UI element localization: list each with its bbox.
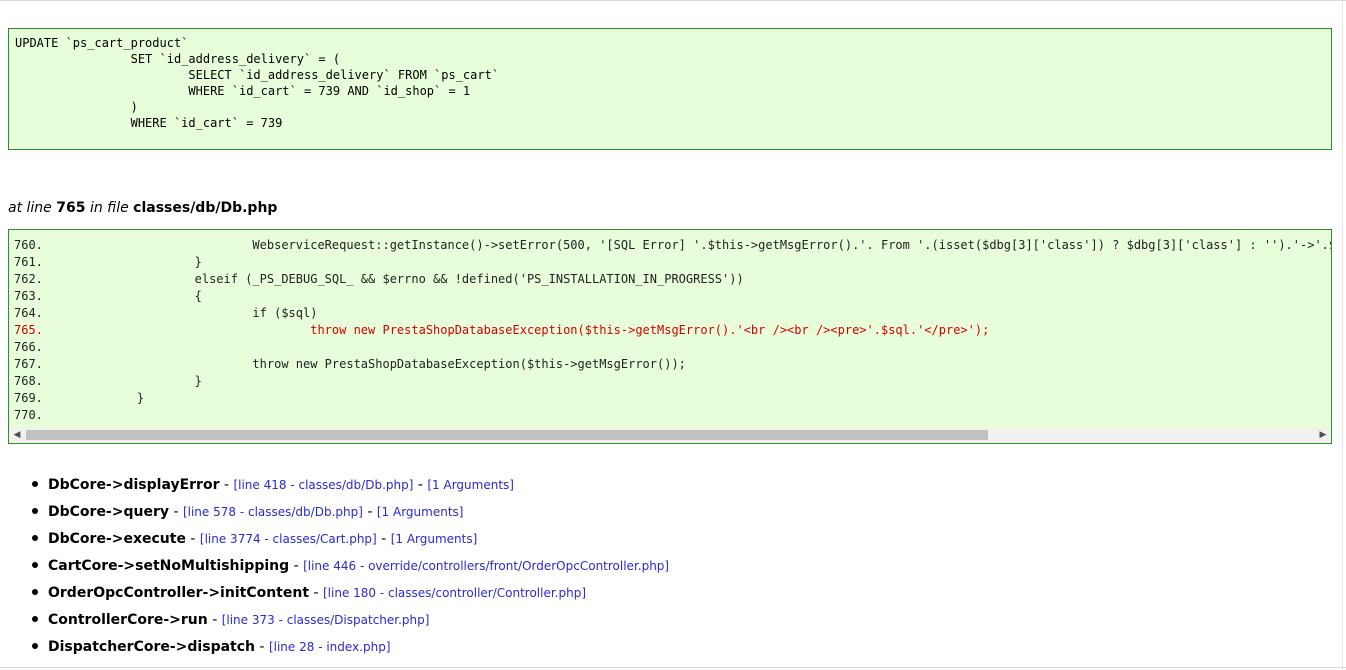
- code-line: 770.: [14, 407, 1331, 424]
- separator: -: [169, 504, 183, 520]
- separator: -: [207, 612, 222, 628]
- bottom-divider: [0, 667, 1346, 668]
- stack-trace-item: ControllerCore->run - [line 373 - classe…: [30, 605, 669, 632]
- code-line-number: 766.: [14, 340, 43, 354]
- code-line-highlighted: 765. throw new PrestaShopDatabaseExcepti…: [14, 322, 1331, 339]
- bullet-icon: [32, 589, 38, 595]
- code-line-number: 762.: [14, 272, 43, 286]
- stack-arguments-link[interactable]: [1 Arguments]: [377, 505, 464, 519]
- code-line-number: 760.: [14, 238, 43, 252]
- stack-location-link[interactable]: [line 28 - index.php]: [269, 640, 391, 654]
- code-line-number: 770.: [14, 408, 43, 422]
- code-line: 760. WebserviceRequest::getInstance()->s…: [14, 237, 1331, 254]
- stack-location-link[interactable]: [line 3774 - classes/Cart.php]: [200, 532, 377, 546]
- sql-line: WHERE `id_cart` = 739: [15, 116, 283, 130]
- stack-function-name: OrderOpcController->initContent: [48, 585, 310, 601]
- error-file: classes/db/Db.php: [133, 200, 278, 216]
- separator: -: [185, 531, 200, 547]
- separator: -: [362, 504, 377, 520]
- separator: -: [413, 477, 428, 493]
- sql-line: UPDATE `ps_cart_product`: [15, 36, 189, 50]
- code-line-text: if ($sql): [79, 306, 318, 320]
- code-line: 764. if ($sql): [14, 305, 1331, 322]
- sql-line: SELECT `id_address_delivery` FROM `ps_ca…: [15, 68, 500, 82]
- error-location-prefix: at line: [8, 200, 52, 216]
- code-line-number: 765.: [14, 323, 43, 337]
- scroll-right-icon[interactable]: ▶: [1316, 428, 1330, 442]
- stack-trace-item: DbCore->execute - [line 3774 - classes/C…: [30, 524, 669, 551]
- code-line-number: 764.: [14, 306, 43, 320]
- bullet-icon: [32, 481, 38, 487]
- stack-function-name: DispatcherCore->dispatch: [48, 639, 255, 655]
- stack-function-name: DbCore->displayError: [48, 477, 220, 493]
- bullet-icon: [32, 562, 38, 568]
- code-line: 762. elseif (_PS_DEBUG_SQL_ && $errno &&…: [14, 271, 1331, 288]
- code-lines: 760. WebserviceRequest::getInstance()->s…: [14, 237, 1331, 424]
- code-line-number: 763.: [14, 289, 43, 303]
- code-line-text: }: [79, 391, 145, 405]
- code-line-number: 768.: [14, 374, 43, 388]
- sql-line: SET `id_address_delivery` = (: [15, 52, 341, 66]
- code-line-text: {: [79, 289, 202, 303]
- code-line-text: }: [79, 374, 202, 388]
- stack-location-link[interactable]: [line 578 - classes/db/Db.php]: [183, 505, 363, 519]
- stack-function-name: ControllerCore->run: [48, 612, 208, 628]
- code-line: 761. }: [14, 254, 1331, 271]
- sql-line: ): [15, 100, 138, 114]
- bullet-icon: [32, 616, 38, 622]
- stack-location-link[interactable]: [line 373 - classes/Dispatcher.php]: [222, 613, 430, 627]
- code-line-text: throw new PrestaShopDatabaseException($t…: [79, 323, 990, 337]
- bullet-icon: [32, 535, 38, 541]
- scroll-left-icon[interactable]: ◀: [10, 428, 24, 442]
- code-line: 763. {: [14, 288, 1331, 305]
- separator: -: [376, 531, 391, 547]
- code-line-text: throw new PrestaShopDatabaseException($t…: [79, 357, 686, 371]
- error-line-number: 765: [56, 200, 86, 216]
- stack-function-name: DbCore->execute: [48, 531, 186, 547]
- code-line-text: elseif (_PS_DEBUG_SQL_ && $errno && !def…: [79, 272, 744, 286]
- stack-function-name: DbCore->query: [48, 504, 169, 520]
- right-divider: [1342, 0, 1343, 670]
- separator: -: [219, 477, 234, 493]
- sql-line: WHERE `id_cart` = 739 AND `id_shop` = 1: [15, 84, 471, 98]
- stack-trace-item: DispatcherCore->dispatch - [line 28 - in…: [30, 632, 669, 659]
- code-line-text: }: [79, 255, 202, 269]
- bullet-icon: [32, 643, 38, 649]
- stack-location-link[interactable]: [line 180 - classes/controller/Controlle…: [323, 586, 586, 600]
- separator: -: [309, 585, 323, 601]
- scrollbar-thumb[interactable]: [26, 430, 988, 440]
- code-line: 767. throw new PrestaShopDatabaseExcepti…: [14, 356, 1331, 373]
- code-line-number: 767.: [14, 357, 43, 371]
- stack-arguments-link[interactable]: [1 Arguments]: [391, 532, 478, 546]
- separator: -: [289, 558, 304, 574]
- code-line-number: 769.: [14, 391, 43, 405]
- stack-trace-list: DbCore->displayError - [line 418 - class…: [30, 470, 669, 659]
- stack-trace-item: OrderOpcController->initContent - [line …: [30, 578, 669, 605]
- code-line: 768. }: [14, 373, 1331, 390]
- stack-function-name: CartCore->setNoMultishipping: [48, 558, 290, 574]
- top-divider: [0, 0, 1346, 1]
- stack-trace-item: CartCore->setNoMultishipping - [line 446…: [30, 551, 669, 578]
- code-line-number: 761.: [14, 255, 43, 269]
- code-excerpt-box: 760. WebserviceRequest::getInstance()->s…: [8, 229, 1332, 444]
- stack-arguments-link[interactable]: [1 Arguments]: [427, 478, 514, 492]
- error-location: at line 765 in file classes/db/Db.php: [8, 198, 277, 218]
- code-line: 769. }: [14, 390, 1331, 407]
- code-line: 766.: [14, 339, 1331, 356]
- stack-trace-item: DbCore->displayError - [line 418 - class…: [30, 470, 669, 497]
- horizontal-scrollbar[interactable]: ◀ ▶: [10, 428, 1330, 442]
- sql-query-box: UPDATE `ps_cart_product` SET `id_address…: [8, 28, 1332, 150]
- bullet-icon: [32, 508, 38, 514]
- stack-trace-item: DbCore->query - [line 578 - classes/db/D…: [30, 497, 669, 524]
- separator: -: [255, 639, 269, 655]
- code-line-text: WebserviceRequest::getInstance()->setErr…: [252, 238, 1331, 252]
- stack-location-link[interactable]: [line 418 - classes/db/Db.php]: [233, 478, 413, 492]
- error-location-middle: in file: [89, 200, 129, 216]
- stack-location-link[interactable]: [line 446 - override/controllers/front/O…: [303, 559, 669, 573]
